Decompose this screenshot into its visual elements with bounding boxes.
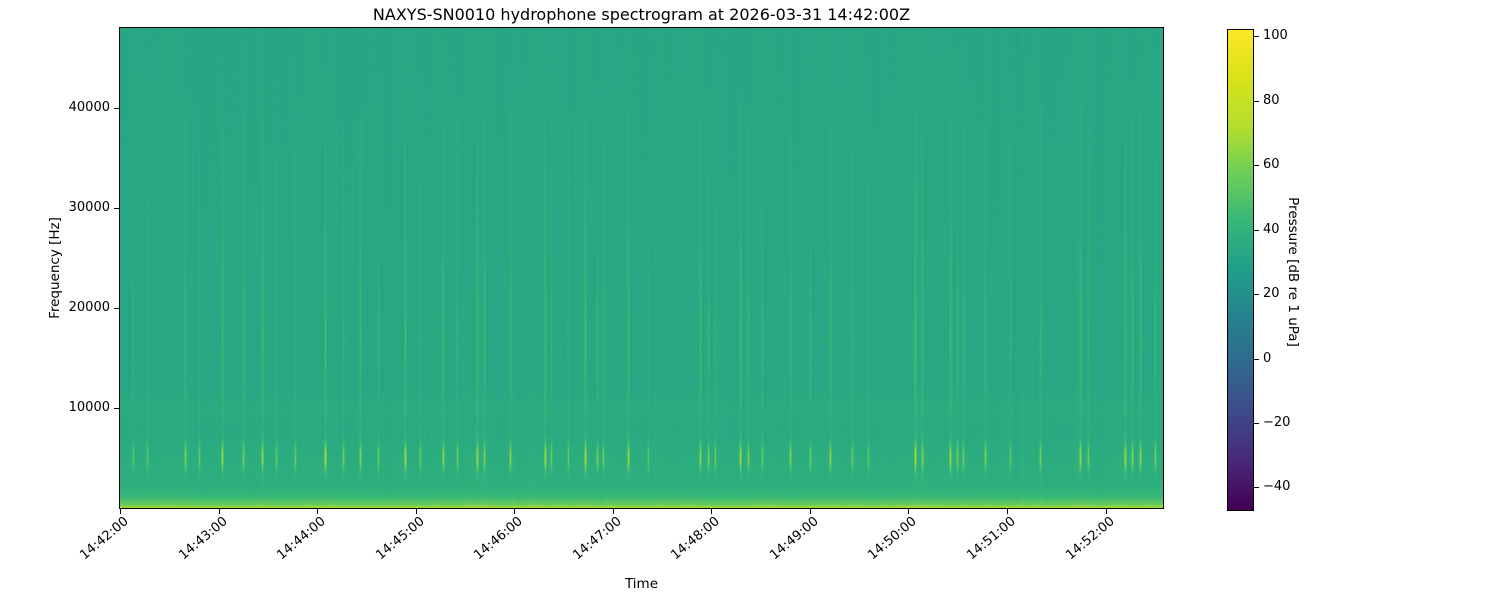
x-tick-mark bbox=[612, 509, 614, 514]
y-tick-label: 20000 bbox=[68, 300, 110, 315]
colorbar-tick-mark bbox=[1254, 423, 1259, 425]
colorbar-canvas bbox=[1227, 29, 1254, 511]
colorbar-tick-mark bbox=[1254, 487, 1259, 489]
x-axis-label: Time bbox=[624, 576, 659, 592]
y-tick-mark bbox=[114, 408, 119, 409]
y-tick-label: 10000 bbox=[68, 400, 110, 415]
spectrogram-canvas bbox=[119, 27, 1164, 509]
figure-root: NAXYS-SN0010 hydrophone spectrogram at 2… bbox=[0, 0, 1500, 600]
colorbar-tick-label: 0 bbox=[1263, 350, 1272, 366]
y-tick-mark bbox=[114, 108, 119, 109]
colorbar-tick-label: 20 bbox=[1263, 286, 1280, 302]
y-tick-label: 30000 bbox=[68, 200, 110, 215]
y-tick-label: 40000 bbox=[68, 100, 110, 115]
plot-title: NAXYS-SN0010 hydrophone spectrogram at 2… bbox=[372, 5, 911, 24]
colorbar-tick-label: 60 bbox=[1263, 157, 1280, 173]
colorbar-label: Pressure [dB re 1 uPa] bbox=[1285, 197, 1301, 347]
colorbar-tick-label: 80 bbox=[1263, 92, 1280, 108]
y-tick-mark bbox=[114, 308, 119, 309]
colorbar-tick-mark bbox=[1254, 358, 1259, 360]
colorbar-tick-mark bbox=[1254, 229, 1259, 231]
colorbar-tick-label: −40 bbox=[1263, 479, 1291, 495]
colorbar-tick-label: −20 bbox=[1263, 415, 1291, 431]
x-tick-mark bbox=[218, 509, 220, 514]
x-tick-mark bbox=[1105, 509, 1107, 514]
colorbar-tick-mark bbox=[1254, 294, 1259, 296]
x-tick-mark bbox=[415, 509, 417, 514]
colorbar-tick-mark bbox=[1254, 165, 1259, 167]
colorbar-tick-mark bbox=[1254, 100, 1259, 102]
x-tick-mark bbox=[809, 509, 811, 514]
colorbar-tick-label: 100 bbox=[1263, 28, 1288, 44]
colorbar-tick-label: 40 bbox=[1263, 221, 1280, 237]
y-tick-mark bbox=[114, 208, 119, 209]
colorbar-tick-mark bbox=[1254, 36, 1259, 38]
